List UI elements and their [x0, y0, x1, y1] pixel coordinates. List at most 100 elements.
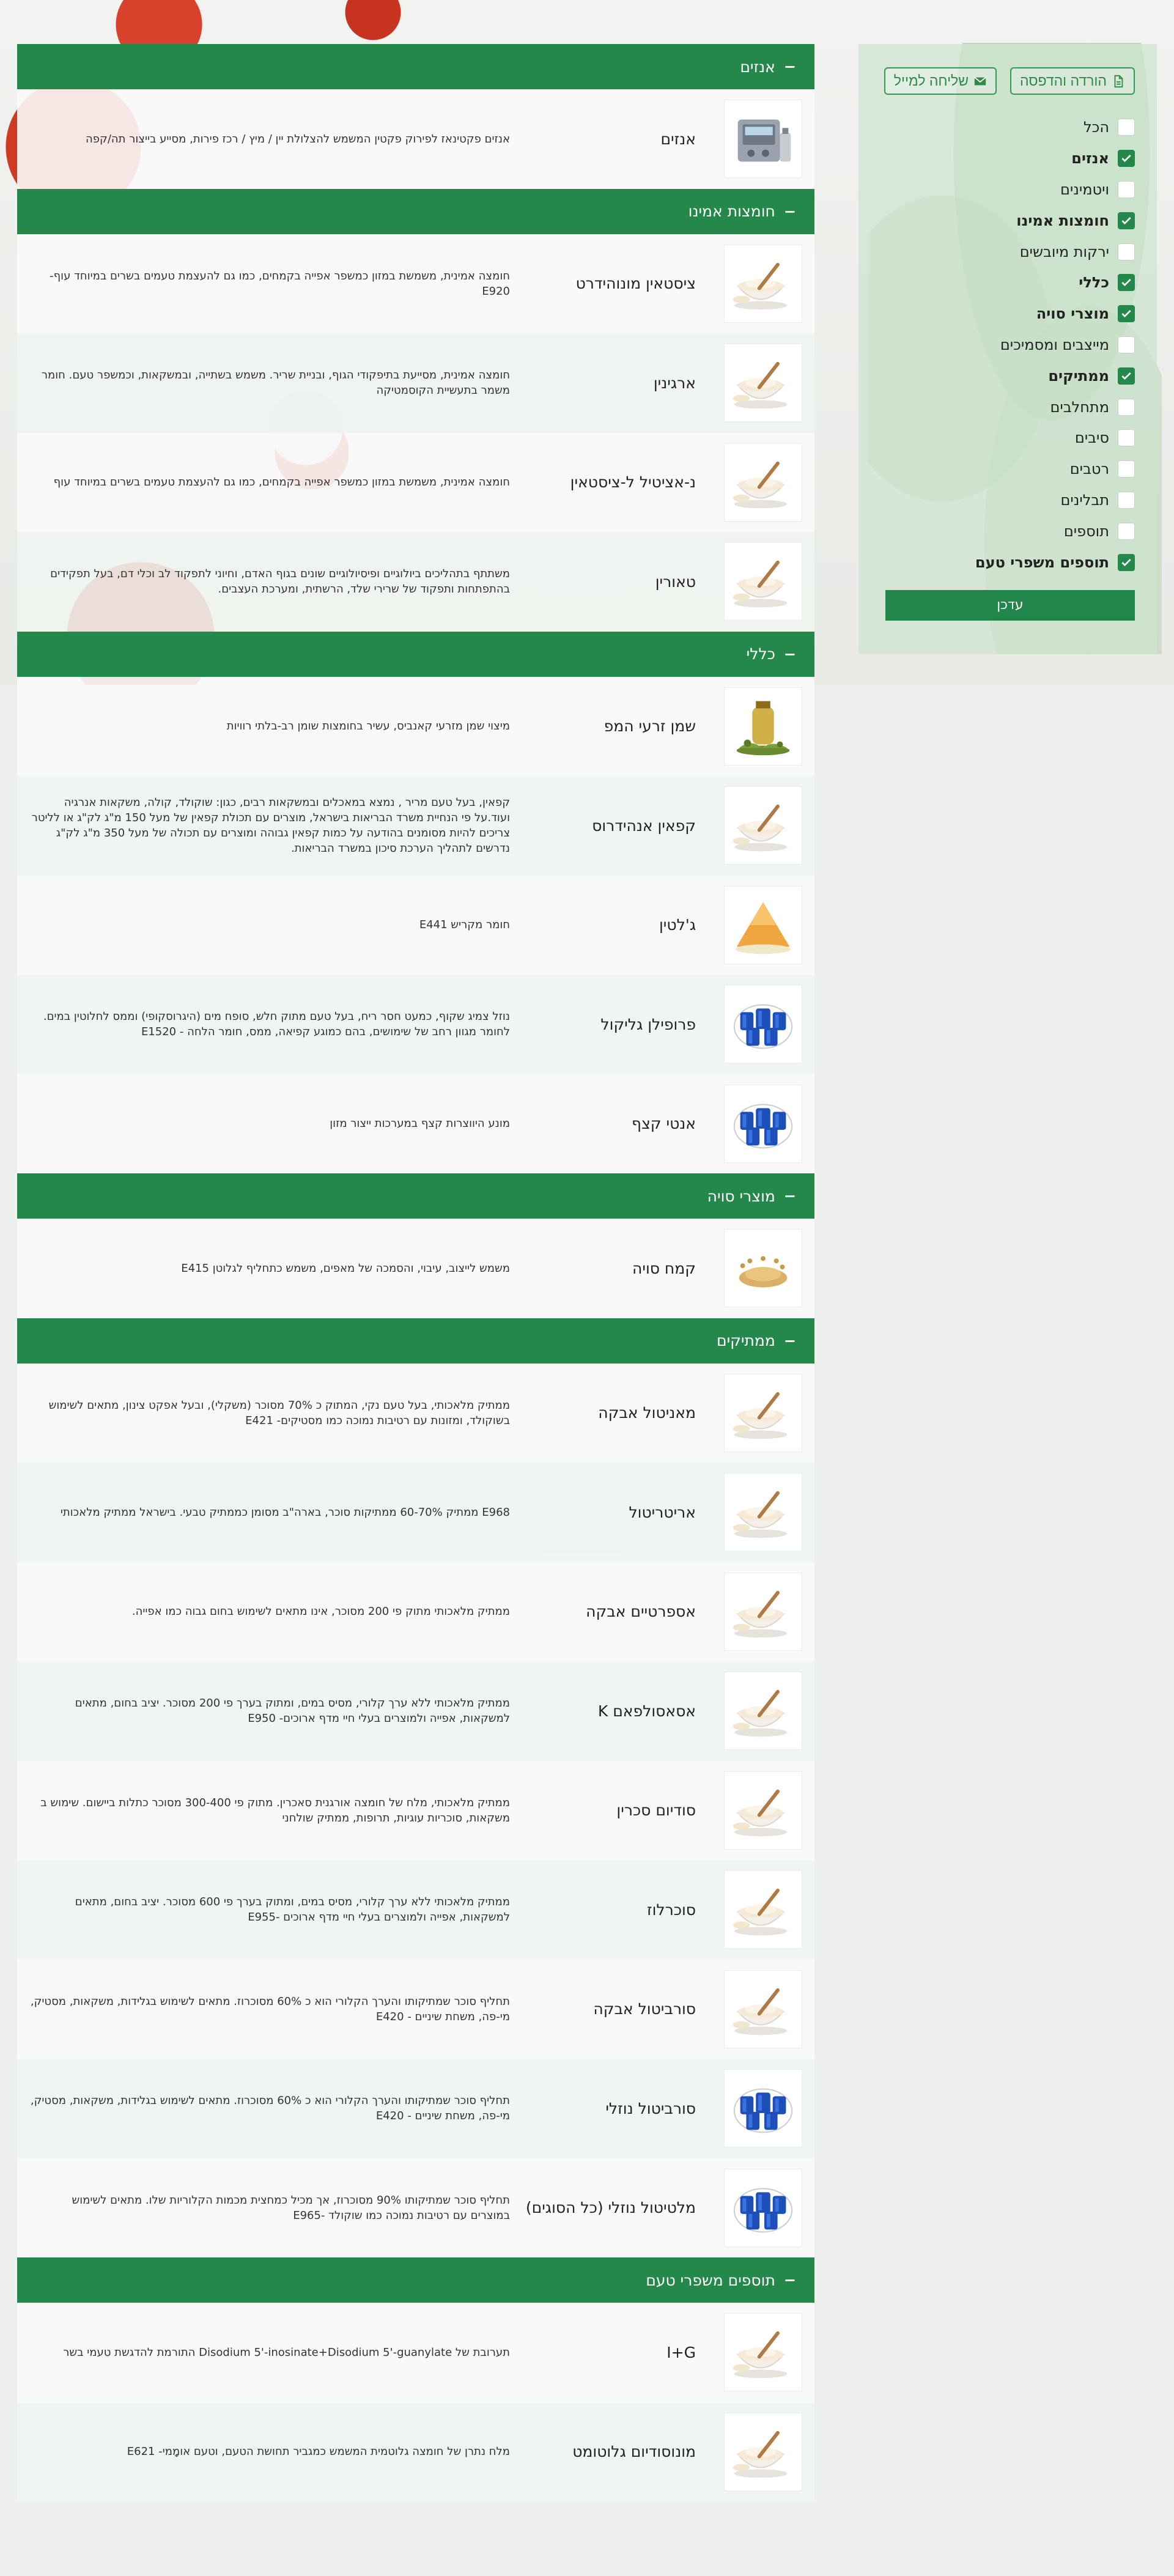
product-name: סודיום סכרין: [616, 1801, 696, 1820]
filter-label: מייצבים ומסמיכים: [1000, 336, 1109, 353]
product-row: פרופילן גליקול נוזל צמיג שקוף, כמעט חסר ר…: [17, 975, 814, 1074]
filter-checkbox[interactable]: [1118, 522, 1135, 540]
category-header[interactable]: − חומצות אמינו: [17, 188, 814, 234]
download-print-button[interactable]: הורדה והדפסה: [1010, 67, 1135, 95]
product-description: מונע היווצרות קצף במערכות ייצור מזון: [330, 1117, 510, 1131]
filter-checkbox[interactable]: [1118, 274, 1135, 292]
filter-item[interactable]: חומצות אמינו: [880, 205, 1135, 236]
check-icon: [1121, 372, 1131, 380]
check-icon: [1121, 279, 1131, 287]
envelope-icon: [974, 76, 986, 85]
product-row: סודיום סכרין ממתיק מלאכותי, מלח של חומצה …: [17, 1760, 814, 1860]
filter-item[interactable]: תוספים: [880, 515, 1135, 547]
product-image: [724, 1672, 802, 1751]
product-name: אנזים: [660, 130, 696, 148]
collapse-icon: −: [783, 202, 796, 220]
filter-label: תוספים: [1063, 522, 1109, 540]
product-description: חומצה אמינית, מסייעת בתיפקודי הגוף, ובני…: [41, 369, 510, 397]
product-image: [724, 1771, 802, 1850]
filter-item[interactable]: רטבים: [880, 454, 1135, 485]
filter-checkbox[interactable]: [1118, 460, 1135, 478]
filter-item[interactable]: מוצרי סויה: [880, 298, 1135, 330]
filter-item[interactable]: מתחלבים: [880, 391, 1135, 423]
filter-item[interactable]: ירקות מיובשים: [880, 236, 1135, 267]
product-description: ממתיק מלאכותי, מלח של חומצה אורגנית סאכר…: [40, 1796, 510, 1825]
product-row: נ-אציטיל ל-ציסטאין חומצה אמינית, משמשת במ…: [17, 432, 814, 532]
filter-checkbox[interactable]: [1118, 429, 1135, 447]
category-title: אנזים: [740, 57, 775, 76]
filter-checkbox[interactable]: [1118, 150, 1135, 168]
filter-checkbox[interactable]: [1118, 212, 1135, 229]
filter-item[interactable]: ממתיקים: [880, 360, 1135, 391]
product-description: קפאין, בעל טעם מריר , נמצא במאכלים ובמשק…: [31, 795, 510, 855]
product-description: חומצה אמינית, משמשת במזון כמשפר אפייה בק…: [53, 476, 510, 489]
filter-checkbox[interactable]: [1118, 398, 1135, 416]
product-description: מלח נתרן של חומצה גלוטמית המשמש כמגביר ת…: [127, 2445, 510, 2459]
category-title: ממתיקים: [716, 1332, 775, 1349]
product-name: אריטריטול: [629, 1503, 696, 1521]
product-row: אנטי קצף מונע היווצרות קצף במערכות ייצור …: [17, 1074, 814, 1173]
filter-item[interactable]: כללי: [880, 267, 1135, 298]
filter-label: הכל: [1083, 119, 1109, 136]
product-name: טאורין: [655, 572, 696, 591]
product-description: חומצה אמינית, משמשת במזון כמשפר אפייה בק…: [50, 269, 510, 298]
filter-item[interactable]: תבלינים: [880, 485, 1135, 516]
product-row: אנזים אנזים פקטינאז לפירוק פקטין המשמש לה…: [17, 89, 814, 189]
product-row: קמח סויה משמש לייצוב, עיבוי, והסמכה של מא…: [17, 1219, 814, 1318]
product-image: [724, 2313, 802, 2392]
product-image: [724, 244, 802, 323]
filter-checkbox[interactable]: [1118, 305, 1135, 323]
filter-label: סיבים: [1074, 429, 1109, 447]
product-name: מלטיטול נוזלי (כל הסוגים): [525, 2199, 696, 2217]
filter-checkbox[interactable]: [1118, 180, 1135, 198]
filter-item[interactable]: הכל: [880, 112, 1135, 143]
category-title: מוצרי סויה: [707, 1187, 775, 1205]
filter-checkbox[interactable]: [1118, 553, 1135, 571]
filter-item[interactable]: מייצבים ומסמיכים: [880, 330, 1135, 361]
filter-item[interactable]: סיבים: [880, 423, 1135, 454]
product-image: [724, 1572, 802, 1651]
product-name: נ-אציטיל ל-ציסטאין: [570, 473, 696, 492]
product-row: מאניטול אבקה ממתיק מלאכותי, בעל טעם נקי, …: [17, 1363, 814, 1463]
filter-item[interactable]: אנזים: [880, 143, 1135, 174]
collapse-icon: −: [783, 1187, 796, 1205]
product-name: פרופילן גליקול: [600, 1015, 696, 1033]
filter-item[interactable]: תוספים משפרי טעם: [880, 547, 1135, 578]
send-email-button[interactable]: שליחה למייל: [884, 67, 997, 95]
product-row: אסאסולפאם K ממתיק מלאכותי ללא ערך קלורי, …: [17, 1661, 814, 1761]
filter-checkbox[interactable]: [1118, 243, 1135, 260]
product-image: [724, 1229, 802, 1308]
filter-item[interactable]: ויטמינים: [880, 174, 1135, 205]
product-description: משמש לייצוב, עיבוי, והסמכה של מאפים, משמ…: [181, 1261, 510, 1275]
category-header[interactable]: − אנזים: [17, 44, 814, 89]
filter-label: תוספים משפרי טעם: [975, 553, 1109, 571]
product-name: סורביטול נוזלי: [605, 2099, 696, 2117]
product-image: [724, 2412, 802, 2491]
collapse-icon: −: [783, 1332, 796, 1349]
product-description: משתתף בתהליכים ביולוגיים ופיסיולוגיים שו…: [50, 567, 510, 596]
category-header[interactable]: − כללי: [17, 631, 814, 677]
collapse-icon: −: [783, 645, 796, 663]
download-print-label: הורדה והדפסה: [1020, 73, 1107, 89]
product-image: [724, 2069, 802, 2148]
category-header[interactable]: − ממתיקים: [17, 1318, 814, 1364]
product-description: חומר מקריש E441: [419, 918, 510, 932]
category-header[interactable]: − מוצרי סויה: [17, 1173, 814, 1219]
filter-label: כללי: [1079, 274, 1109, 292]
filter-label: ויטמינים: [1060, 180, 1109, 198]
filter-checkbox[interactable]: [1118, 491, 1135, 509]
product-image: [724, 1473, 802, 1552]
product-image: [724, 443, 802, 522]
product-name: ג'לטין: [659, 916, 696, 934]
update-button[interactable]: עדכן: [885, 589, 1135, 621]
product-image: [724, 542, 802, 621]
category-header[interactable]: − תוספים משפרי טעם: [17, 2257, 814, 2303]
filter-checkbox[interactable]: [1118, 119, 1135, 136]
product-row: קפאין אנהידרוס קפאין, בעל טעם מריר , נמצא…: [17, 776, 814, 876]
filter-checkbox[interactable]: [1118, 336, 1135, 353]
filter-label: ירקות מיובשים: [1019, 243, 1109, 260]
product-name: I+G: [666, 2343, 696, 2361]
file-icon: [1114, 75, 1123, 87]
filter-checkbox[interactable]: [1118, 367, 1135, 385]
product-name: אנטי קצף: [631, 1115, 696, 1133]
